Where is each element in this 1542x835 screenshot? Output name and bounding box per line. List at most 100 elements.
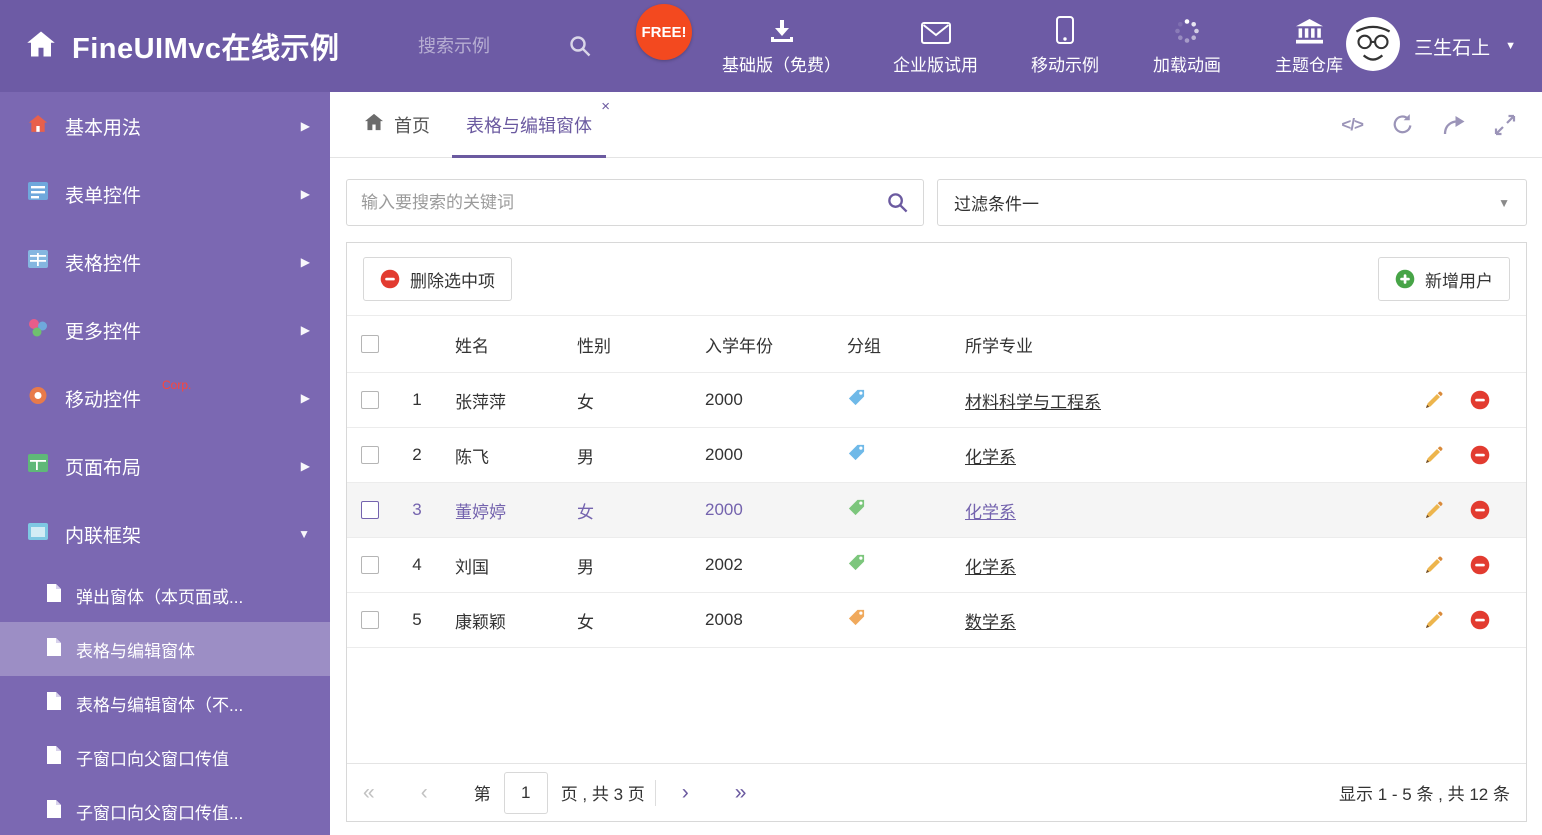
edit-icon[interactable] [1424, 390, 1444, 410]
search-icon[interactable] [568, 34, 592, 58]
column-header-group: 分组 [847, 336, 881, 356]
nav-item-basic-edition[interactable]: FREE! 基础版（免费） [636, 4, 841, 76]
tag-icon [847, 553, 866, 572]
chevron-right-icon: ▶ [300, 459, 310, 473]
sidebar-child-grid-edit-window[interactable]: 表格与编辑窗体 [0, 622, 330, 676]
search-icon[interactable] [886, 191, 909, 214]
view-source-icon[interactable]: </> [1341, 115, 1364, 135]
page-number-input[interactable] [503, 771, 548, 814]
filter-dropdown-value: 过滤条件一 [954, 195, 1039, 214]
sidebar-item-mobile-controls[interactable]: 移动控件 Corp. ▶ [0, 364, 330, 432]
next-page-button[interactable]: › [682, 782, 689, 803]
minus-circle-icon [380, 269, 400, 289]
table-row[interactable]: 2 陈飞 男 2000 化学系 [347, 428, 1526, 483]
cell-year: 2008 [705, 610, 743, 629]
cell-gender: 女 [577, 392, 594, 412]
close-icon[interactable]: × [601, 99, 610, 114]
sidebar-child-popup-window[interactable]: 弹出窗体（本页面或... [0, 568, 330, 622]
select-all-checkbox[interactable] [361, 335, 379, 353]
nav-item-loading-animation[interactable]: 加载动画 [1152, 16, 1222, 76]
major-link[interactable]: 化学系 [965, 448, 1016, 467]
first-page-button[interactable]: « [363, 782, 375, 803]
main-area: 首页 表格与编辑窗体 × </> 输入要搜索的关键词 过滤条件一 ▼ 删除选中项… [330, 92, 1542, 835]
open-in-new-icon[interactable] [1442, 115, 1466, 135]
table-row[interactable]: 3 董婷婷 女 2000 化学系 [347, 483, 1526, 538]
sidebar-item-page-layout[interactable]: 页面布局 ▶ [0, 432, 330, 500]
delete-icon[interactable] [1470, 610, 1490, 630]
content: 过滤条件一 ▼ 删除选中项 [330, 158, 1542, 835]
column-header-major: 所学专业 [965, 336, 1033, 356]
row-checkbox[interactable] [361, 611, 379, 629]
nav-item-theme-repo[interactable]: 主题仓库 [1274, 16, 1344, 76]
major-link[interactable]: 数学系 [965, 613, 1016, 632]
edit-icon[interactable] [1424, 500, 1444, 520]
major-link[interactable]: 化学系 [965, 503, 1016, 522]
tag-icon [847, 498, 866, 517]
cell-year: 2000 [705, 390, 743, 409]
sidebar-item-grid-controls[interactable]: 表格控件 ▶ [0, 228, 330, 296]
brand: FineUIMvc在线示例 [0, 25, 418, 67]
free-badge: FREE! [636, 4, 692, 60]
major-link[interactable]: 化学系 [965, 558, 1016, 577]
sidebar-item-iframe[interactable]: 内联框架 ▼ [0, 500, 330, 568]
page-label-after: 页 , 共 3 页 [560, 785, 645, 804]
cell-name: 董婷婷 [455, 502, 506, 522]
row-checkbox[interactable] [361, 501, 379, 519]
major-link[interactable]: 材料科学与工程系 [965, 393, 1101, 412]
chevron-down-icon: ▼ [1505, 40, 1516, 52]
fullscreen-icon[interactable] [1494, 114, 1516, 136]
sidebar-child-child-to-parent-2[interactable]: 子窗口向父窗口传值... [0, 784, 330, 835]
sidebar-item-form-controls[interactable]: 表单控件 ▶ [0, 160, 330, 228]
nav-item-mobile-demo[interactable]: 移动示例 [1030, 16, 1100, 76]
refresh-icon[interactable] [1391, 113, 1414, 136]
mobile-icon [1056, 16, 1074, 44]
user-menu[interactable]: 三生石上 ▼ [1345, 16, 1542, 77]
row-checkbox[interactable] [361, 391, 379, 409]
row-checkbox[interactable] [361, 556, 379, 574]
table-header-row: 姓名 性别 入学年份 分组 所学专业 [347, 315, 1526, 373]
delete-icon[interactable] [1470, 390, 1490, 410]
edit-icon[interactable] [1424, 445, 1444, 465]
delete-selected-button[interactable]: 删除选中项 [363, 257, 512, 301]
sidebar-child-child-to-parent[interactable]: 子窗口向父窗口传值 [0, 730, 330, 784]
chevron-down-icon: ▼ [298, 527, 310, 541]
chevron-right-icon: ▶ [300, 187, 310, 201]
table-row[interactable]: 5 康颖颖 女 2008 数学系 [347, 593, 1526, 648]
last-page-button[interactable]: » [735, 782, 747, 803]
table-row[interactable]: 1 张萍萍 女 2000 材料科学与工程系 [347, 373, 1526, 428]
cell-name: 康颖颖 [455, 612, 506, 632]
sidebar-item-more-controls[interactable]: 更多控件 ▶ [0, 296, 330, 364]
tag-icon [847, 388, 866, 407]
tab-grid-edit-window[interactable]: 表格与编辑窗体 × [448, 92, 610, 158]
avatar [1345, 16, 1401, 77]
keyword-search-input[interactable] [361, 192, 886, 213]
top-header: FineUIMvc在线示例 FREE! 基础版（免费） 企业版试用 [0, 0, 1542, 92]
table-empty-space [347, 648, 1526, 763]
cell-name: 刘国 [455, 557, 489, 577]
delete-icon[interactable] [1470, 445, 1490, 465]
tag-icon [847, 443, 866, 462]
delete-icon[interactable] [1470, 500, 1490, 520]
tab-bar: 首页 表格与编辑窗体 × </> [330, 92, 1542, 158]
edit-icon[interactable] [1424, 610, 1444, 630]
page-label-before: 第 [473, 785, 491, 804]
nav-item-enterprise-trial[interactable]: 企业版试用 [893, 16, 978, 76]
chevron-right-icon: ▶ [300, 255, 310, 269]
edit-icon[interactable] [1424, 555, 1444, 575]
add-user-button[interactable]: 新增用户 [1378, 257, 1510, 301]
prev-page-button[interactable]: ‹ [421, 782, 428, 803]
filter-dropdown[interactable]: 过滤条件一 ▼ [937, 179, 1527, 226]
tag-icon [847, 608, 866, 627]
sidebar-child-grid-edit-window-2[interactable]: 表格与编辑窗体（不... [0, 676, 330, 730]
row-number: 1 [412, 390, 422, 409]
sidebar-item-basic-usage[interactable]: 基本用法 ▶ [0, 92, 330, 160]
table-row[interactable]: 4 刘国 男 2002 化学系 [347, 538, 1526, 593]
header-search-input[interactable] [418, 35, 568, 57]
cell-gender: 女 [577, 612, 594, 632]
delete-icon[interactable] [1470, 555, 1490, 575]
record-count-summary: 显示 1 - 5 条 , 共 12 条 [1339, 785, 1510, 804]
row-checkbox[interactable] [361, 446, 379, 464]
cell-name: 陈飞 [455, 447, 489, 467]
iframe-icon [28, 522, 48, 546]
tab-home[interactable]: 首页 [346, 92, 448, 157]
